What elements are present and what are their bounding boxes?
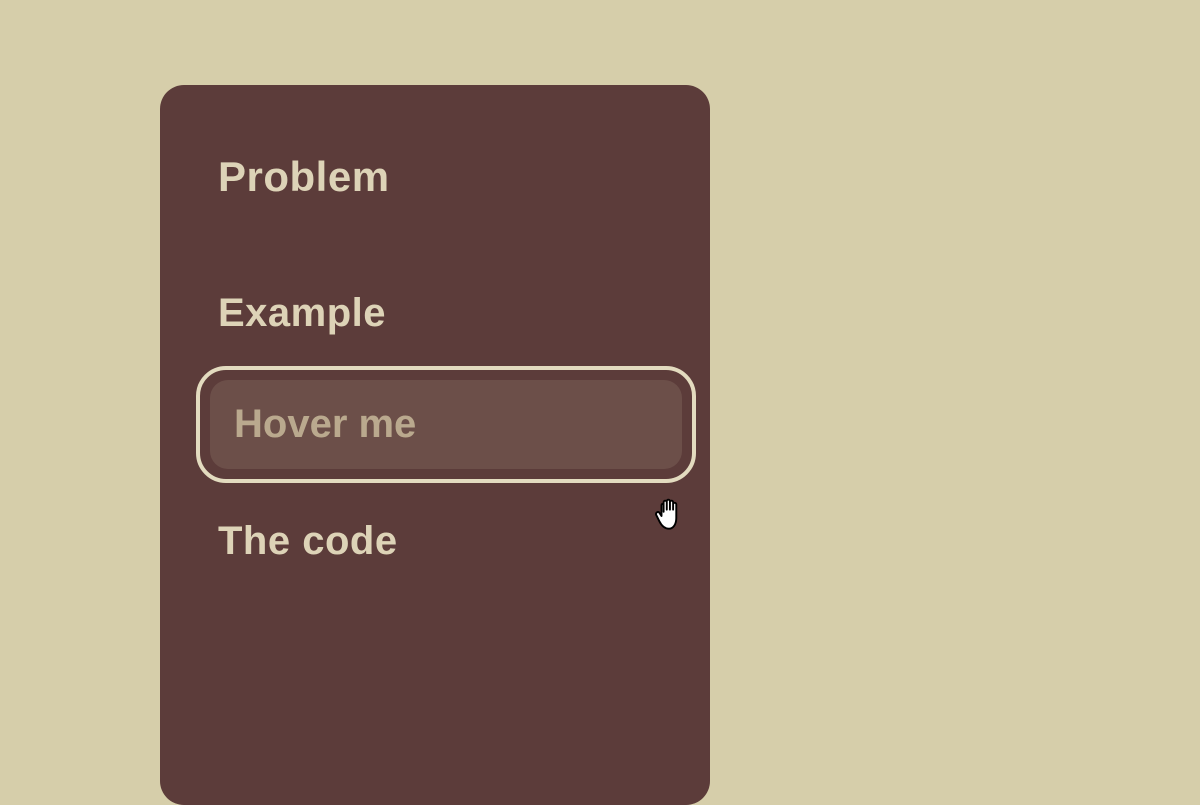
content-card: Problem Example Hover me The code [160, 85, 710, 805]
hover-button-label: Hover me [234, 402, 416, 446]
hover-button[interactable]: Hover me [196, 366, 696, 483]
hover-inner: Hover me [210, 380, 682, 469]
heading-example: Example [218, 291, 652, 336]
hover-outline: Hover me [196, 366, 696, 483]
heading-problem: Problem [218, 153, 652, 201]
heading-code: The code [218, 519, 652, 564]
